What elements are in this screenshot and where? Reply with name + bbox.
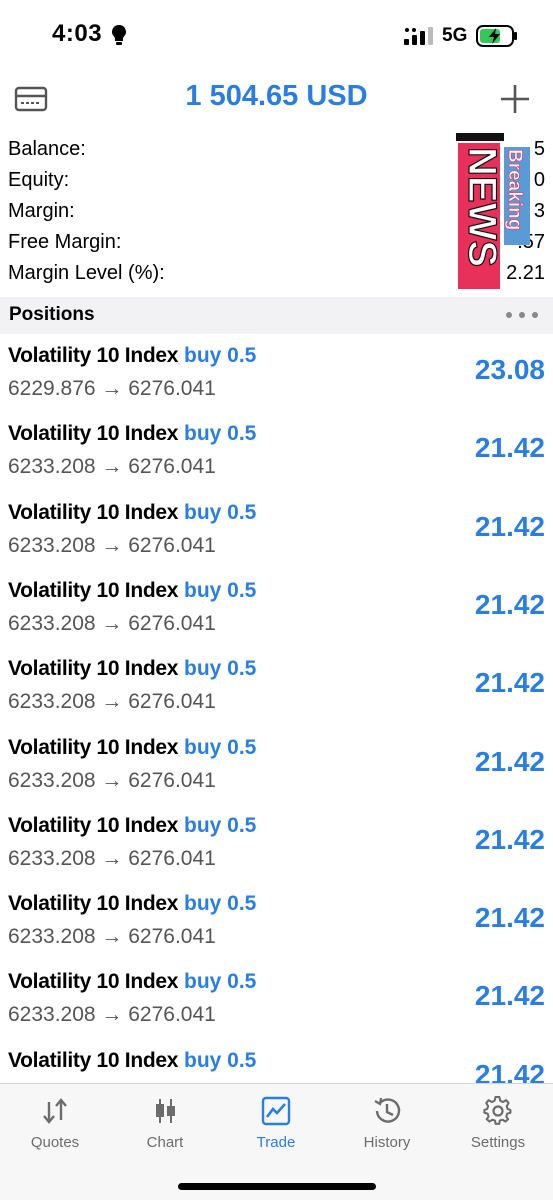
summary-label: Free Margin: (8, 231, 122, 253)
summary-label: Margin: (8, 200, 75, 222)
position-prices: 6233.208 → 6276.041 (8, 846, 216, 870)
tab-label: Trade (256, 1134, 296, 1151)
position-symbol: Volatility 10 Index (8, 657, 179, 681)
tab-chart[interactable]: Chart (110, 1084, 220, 1164)
position-row[interactable]: Volatility 10 Index buy 0.5 6233.208 → 6… (0, 804, 553, 882)
position-row[interactable]: Volatility 10 Index buy 0.5 6233.208 → 6… (0, 726, 553, 804)
tab-history[interactable]: History (332, 1084, 442, 1164)
summary-label: Equity: (8, 169, 70, 191)
gear-icon (483, 1096, 512, 1125)
position-row[interactable]: Volatility 10 Index buy 0.5 6229.876 → 6… (0, 334, 553, 412)
more-dots-icon[interactable] (505, 311, 539, 319)
signal-bars-icon (404, 27, 433, 45)
position-side: buy 0.5 (184, 735, 257, 759)
position-prices: 6233.208 → 6276.041 (8, 768, 216, 792)
position-profit: 21.42 (474, 588, 545, 620)
summary-value: 5 (533, 138, 545, 160)
tab-label: Quotes (30, 1134, 80, 1151)
position-prices: 6233.208 → 6276.041 (8, 925, 216, 949)
position-profit: 23.08 (474, 354, 545, 385)
positions-title: Positions (9, 304, 95, 325)
breaking-news-sticker: NEWS Breaking (456, 133, 530, 289)
position-row[interactable]: Volatility 10 Index buy 0.5 6233.208 → 6… (0, 569, 553, 647)
position-side: buy 0.5 (184, 344, 257, 367)
position-symbol: Volatility 10 Index (8, 892, 179, 916)
position-profit: 21.42 (474, 510, 545, 542)
position-row[interactable]: Volatility 10 Index buy 0.5 6233.208 → 6… (0, 960, 553, 1038)
position-prices: 6233.208 → 6276.041 (8, 611, 216, 635)
position-side: buy 0.5 (184, 970, 257, 994)
position-symbol: Volatility 10 Index (8, 500, 179, 524)
position-profit: 21.42 (474, 823, 545, 855)
position-symbol: Volatility 10 Index (8, 970, 179, 994)
position-side: buy 0.5 (184, 892, 257, 916)
position-prices: 6229.876 → 6276.041 (8, 377, 216, 400)
tab-quotes[interactable]: Quotes (0, 1084, 110, 1164)
position-side: buy 0.5 (184, 1048, 257, 1072)
position-profit: 21.42 (474, 902, 545, 934)
position-row[interactable]: Volatility 10 Index buy 0.5 6233.208 → 6… (0, 412, 553, 490)
summary-value: 3 (533, 200, 545, 222)
position-symbol: Volatility 10 Index (8, 1048, 179, 1072)
lightbulb-icon (112, 25, 126, 45)
position-symbol: Volatility 10 Index (8, 813, 179, 837)
summary-label: Margin Level (%): (8, 262, 165, 284)
position-profit: 21.42 (474, 667, 545, 699)
battery-icon (476, 25, 517, 47)
sticker-main-text: NEWS (460, 147, 504, 267)
summary-value: 0 (533, 169, 545, 191)
history-clock-icon (374, 1097, 401, 1123)
account-header: 1 504.65 USD (0, 72, 553, 128)
position-side: buy 0.5 (184, 657, 257, 681)
position-profit: 21.42 (474, 980, 545, 1012)
position-profit: 21.42 (474, 432, 545, 464)
quotes-arrows-icon (43, 1098, 67, 1124)
position-side: buy 0.5 (184, 422, 257, 446)
tab-label: Settings (470, 1134, 526, 1151)
positions-section-header: Positions (0, 297, 553, 334)
position-profit: 21.42 (474, 1058, 545, 1084)
summary-label: Balance: (8, 138, 86, 160)
position-side: buy 0.5 (184, 500, 257, 524)
positions-list: Volatility 10 Index buy 0.5 6229.876 → 6… (0, 334, 553, 1084)
tab-label: Chart (146, 1134, 184, 1151)
tab-label: History (363, 1134, 411, 1151)
position-row[interactable]: Volatility 10 Index buy 0.5 6233.208 → 6… (0, 491, 553, 569)
position-prices: 6233.208 → 6276.041 (8, 455, 216, 479)
position-side: buy 0.5 (184, 813, 257, 837)
position-symbol: Volatility 10 Index (8, 735, 179, 759)
position-profit: 21.42 (474, 745, 545, 777)
position-side: buy 0.5 (184, 578, 257, 602)
candlestick-icon (156, 1099, 175, 1123)
network-type: 5G (442, 25, 468, 46)
home-indicator[interactable] (178, 1183, 376, 1190)
position-symbol: Volatility 10 Index (8, 578, 179, 602)
status-time: 4:03 (52, 20, 103, 47)
position-prices: 6233.208 → 6276.041 (8, 690, 216, 714)
status-bar: 4:03 5G (0, 0, 553, 72)
position-row[interactable]: Volatility 10 Index buy 0.5 6233.208 → 6… (0, 647, 553, 725)
position-symbol: Volatility 10 Index (8, 344, 179, 367)
plus-icon[interactable] (498, 82, 532, 116)
account-balance-title: 1 504.65 USD (185, 80, 368, 112)
position-symbol: Volatility 10 Index (8, 422, 179, 446)
position-prices: 6233.208 → 6276.041 (8, 1003, 216, 1027)
position-prices: 6233.208 → 6276.041 (8, 533, 216, 557)
position-row[interactable]: Volatility 10 Index buy 0.5 6233.208 → 6… (0, 882, 553, 960)
tab-settings[interactable]: Settings (443, 1084, 553, 1164)
trade-chart-icon (261, 1096, 291, 1126)
tab-trade[interactable]: Trade (221, 1084, 331, 1164)
sticker-top-text: Breaking (504, 149, 525, 230)
position-row[interactable]: Volatility 10 Index buy 0.5 21.42 (0, 1039, 553, 1084)
